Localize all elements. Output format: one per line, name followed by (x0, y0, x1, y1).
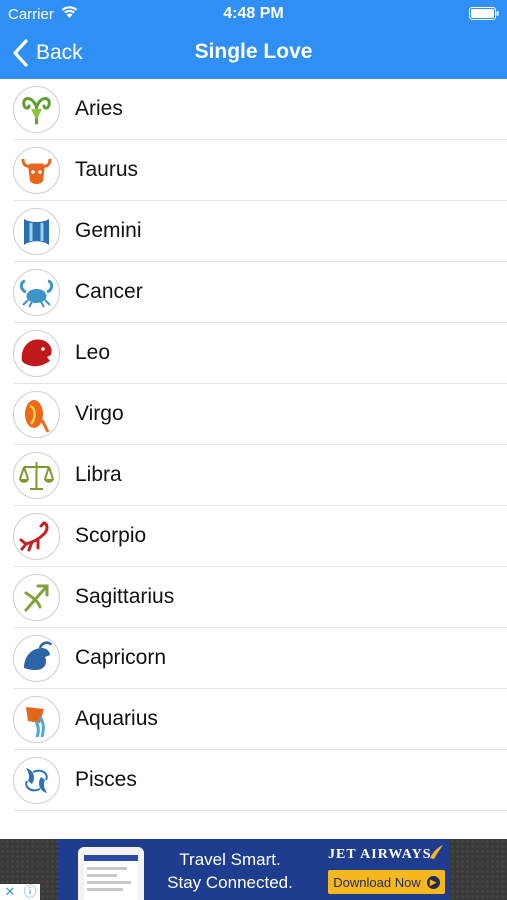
list-item-label: Aquarius (75, 707, 158, 730)
virgo-icon (13, 391, 60, 438)
gemini-icon (13, 208, 60, 255)
page-title: Single Love (194, 40, 313, 63)
list-item-label: Capricorn (75, 646, 167, 669)
list-item-label: Taurus (75, 158, 139, 181)
ad-choices: ✕ ⓘ (0, 884, 40, 900)
list-item-virgo[interactable]: Virgo (0, 384, 507, 445)
list-item-leo[interactable]: Leo (0, 323, 507, 384)
ad-download-label: Download Now (333, 874, 421, 890)
list-item-sagittarius[interactable]: Sagittarius (0, 567, 507, 628)
battery-icon (469, 7, 499, 20)
sagittarius-icon (13, 574, 60, 621)
list-item-libra[interactable]: Libra (0, 445, 507, 506)
list-item-label: Libra (75, 463, 122, 486)
status-bar: Carrier 4:48 PM (0, 0, 507, 28)
taurus-icon (13, 147, 60, 194)
list-item-label: Cancer (75, 280, 143, 303)
list-item-gemini[interactable]: Gemini (0, 201, 507, 262)
libra-icon (13, 452, 60, 499)
chevron-right-icon: ▶ (426, 875, 440, 889)
close-icon[interactable]: ✕ (0, 884, 20, 900)
info-icon[interactable]: ⓘ (20, 884, 40, 900)
zodiac-list: Aries Taurus Gemini Cancer Leo Virgo Lib… (0, 79, 507, 811)
ad-headline-line1: Travel Smart. (179, 850, 281, 869)
ad-banner: Travel Smart. Stay Connected. JET AIRWAY… (0, 839, 507, 900)
list-item-label: Virgo (75, 402, 124, 425)
leo-icon (13, 330, 60, 377)
ad-brand-name: JET AIRWAYS (328, 847, 432, 862)
cancer-icon (13, 269, 60, 316)
list-item-label: Sagittarius (75, 585, 175, 608)
list-item-scorpio[interactable]: Scorpio (0, 506, 507, 567)
pisces-icon (13, 757, 60, 804)
list-item-pisces[interactable]: Pisces (0, 750, 507, 811)
ad-headline: Travel Smart. Stay Connected. (160, 848, 300, 894)
ad-headline-line2: Stay Connected. (167, 873, 293, 892)
aries-icon (13, 86, 60, 133)
list-item-aries[interactable]: Aries (0, 79, 507, 140)
capricorn-icon (13, 635, 60, 682)
ad-download-button[interactable]: Download Now ▶ (328, 870, 445, 894)
ad-creative[interactable]: Travel Smart. Stay Connected. JET AIRWAY… (58, 839, 450, 900)
list-item-capricorn[interactable]: Capricorn (0, 628, 507, 689)
list-item-aquarius[interactable]: Aquarius (0, 689, 507, 750)
jet-airways-logo-icon (430, 845, 443, 859)
nav-bar: Back Single Love (0, 28, 507, 79)
list-item-label: Leo (75, 341, 111, 364)
list-item-label: Gemini (75, 219, 142, 242)
list-item-label: Aries (75, 97, 123, 120)
aquarius-icon (13, 696, 60, 743)
list-item-label: Scorpio (75, 524, 147, 547)
scorpio-icon (13, 513, 60, 560)
status-time: 4:48 PM (223, 5, 284, 22)
list-item-label: Pisces (75, 768, 137, 791)
list-item-taurus[interactable]: Taurus (0, 140, 507, 201)
app-header: Carrier 4:48 PM Back Single Love (0, 0, 507, 79)
ad-phone-image (78, 847, 144, 900)
list-item-cancer[interactable]: Cancer (0, 262, 507, 323)
